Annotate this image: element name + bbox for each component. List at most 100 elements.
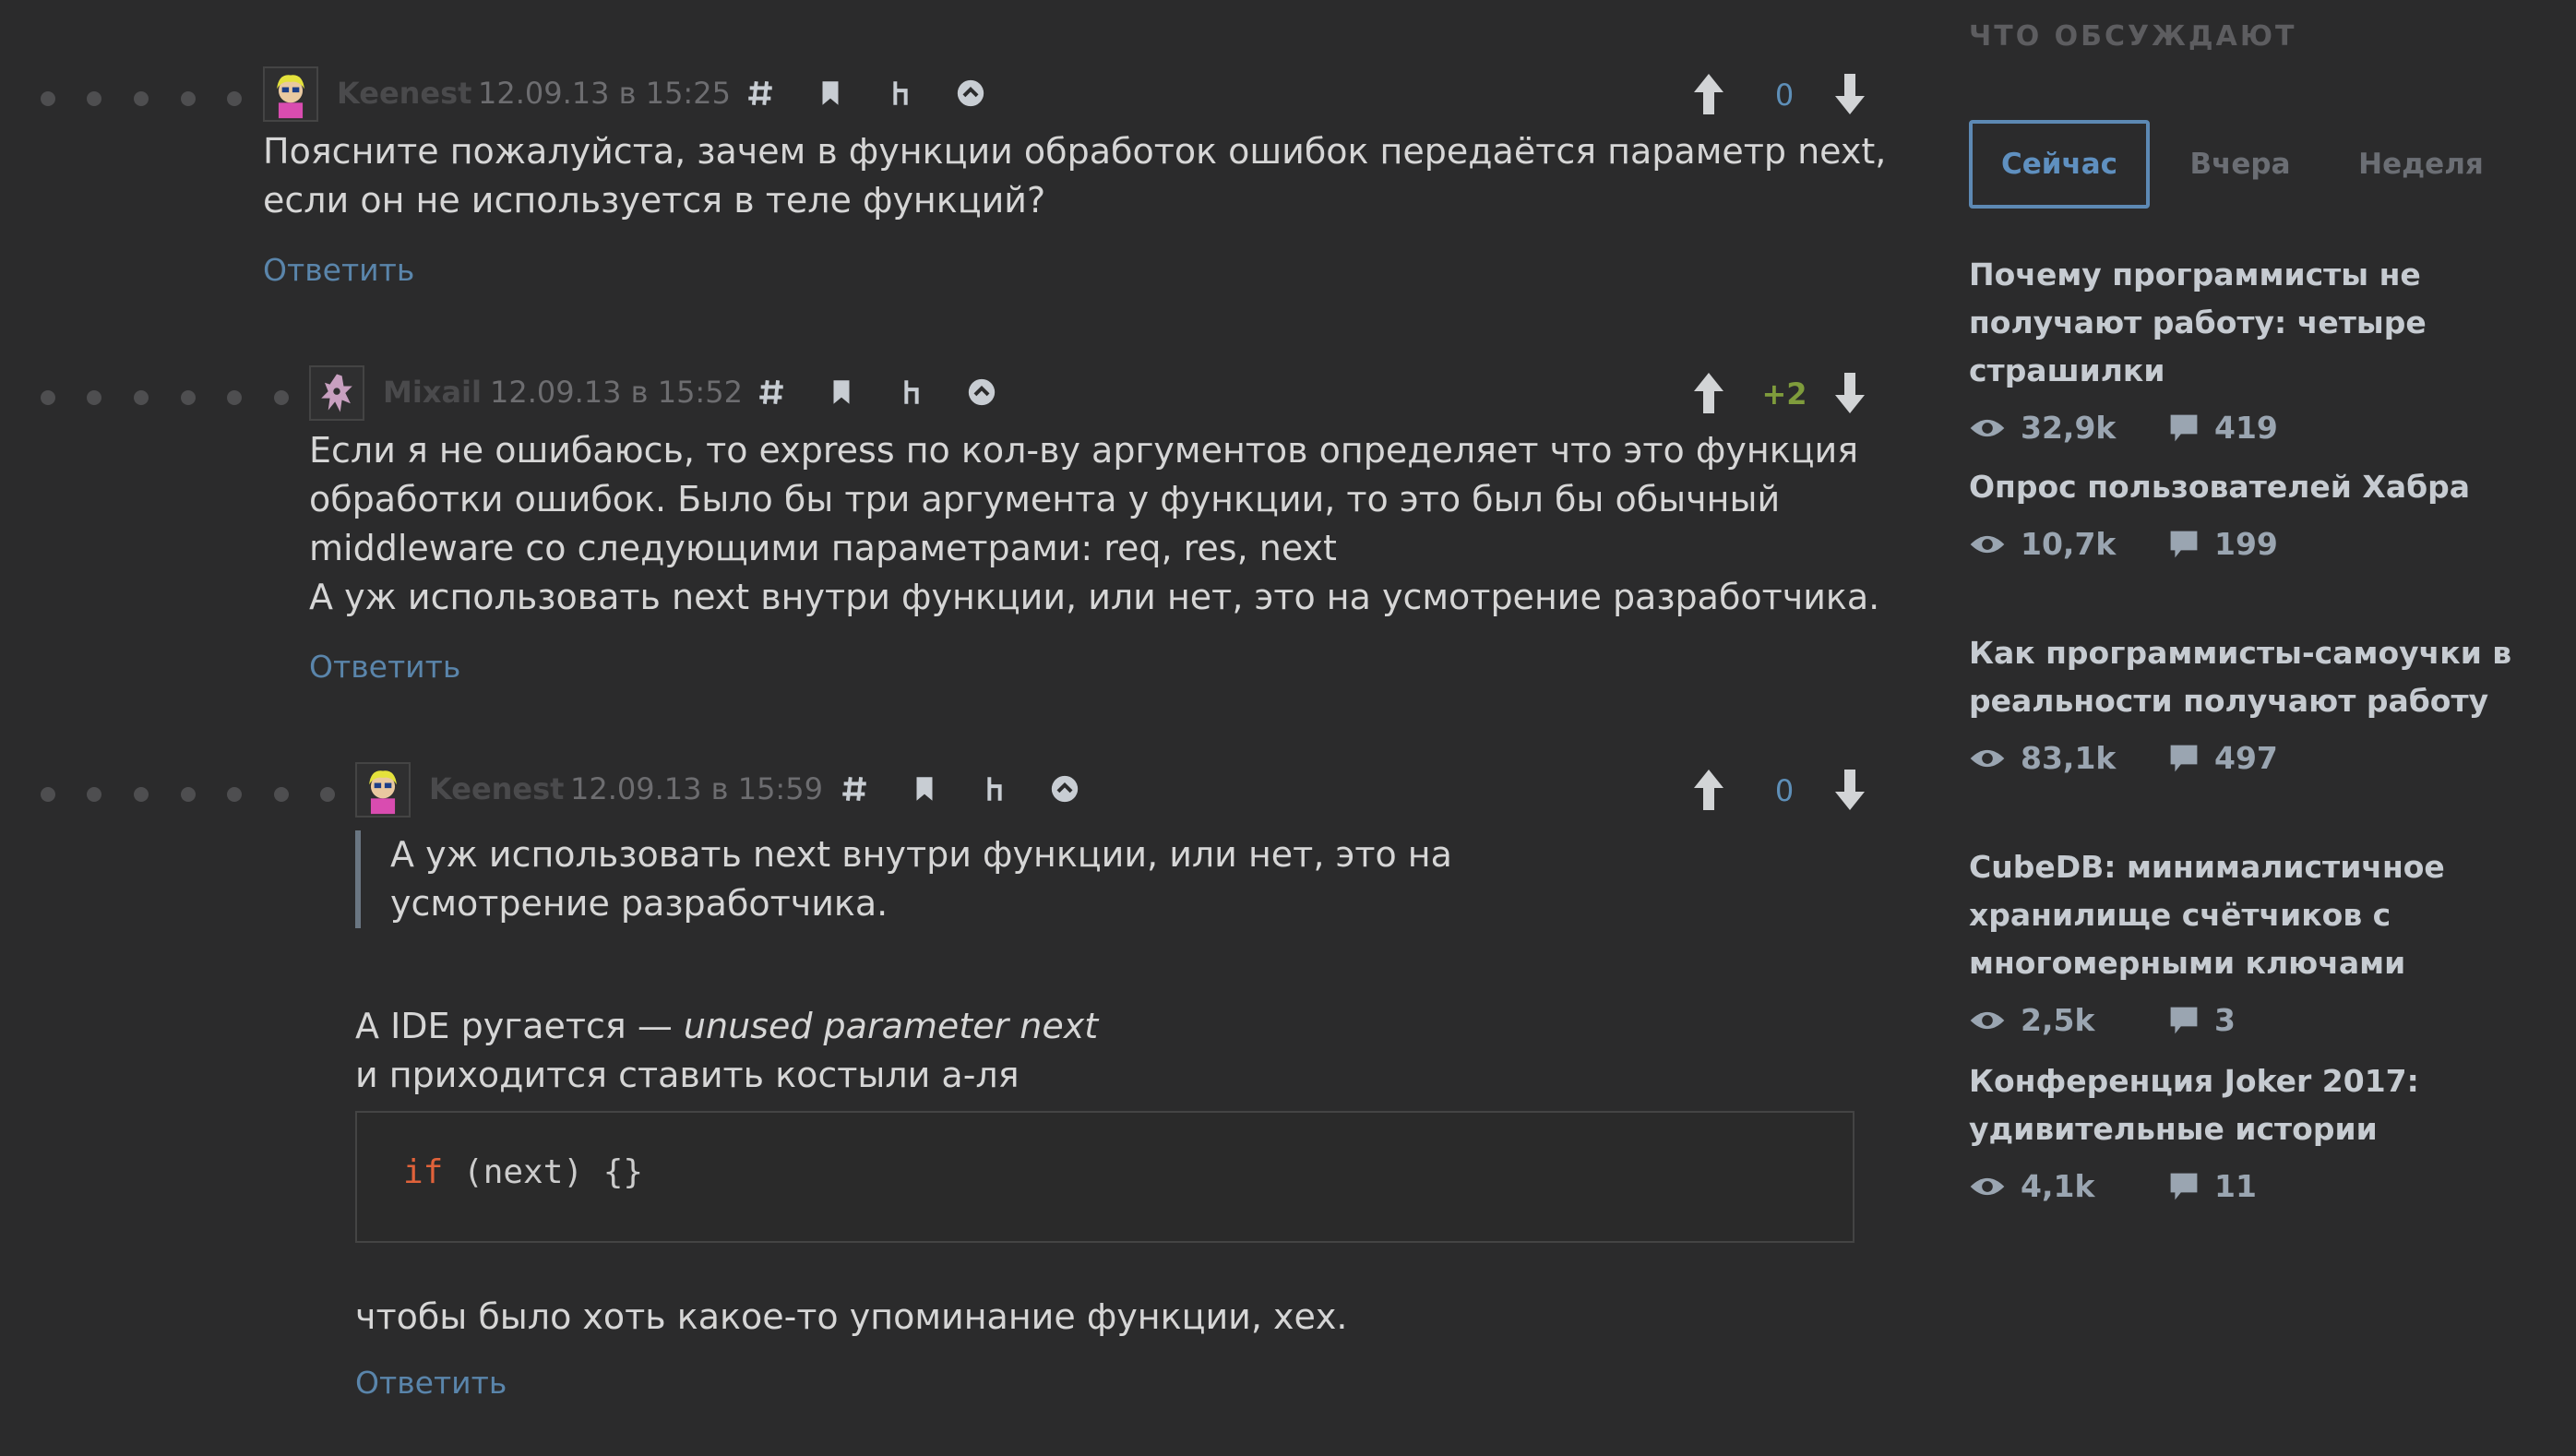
- comment-body: А уж использовать next внутри функции, и…: [355, 830, 1854, 1407]
- username[interactable]: Mixail: [383, 375, 482, 410]
- quote-block: А уж использовать next внутри функции, и…: [355, 830, 1627, 928]
- post-title[interactable]: Конференция Joker 2017: удивительные ист…: [1969, 1057, 2569, 1153]
- comment-text-line: middleware со следующими параметрами: re…: [309, 528, 1337, 568]
- views-stat: 32,9k: [1969, 410, 2168, 446]
- post-stats: 4,1k 11: [1969, 1168, 2569, 1204]
- post-title[interactable]: CubeDB: минималистичное хранилище счётчи…: [1969, 843, 2569, 987]
- post-item: Конференция Joker 2017: удивительные ист…: [1969, 1057, 2569, 1204]
- upvote-arrow-icon[interactable]: [1690, 768, 1727, 812]
- comment-tools: [752, 373, 1001, 412]
- comment-bubble-icon: [2170, 1173, 2198, 1199]
- comment-bubble-icon: [2170, 531, 2198, 557]
- period-tabs: Сейчас Вчера Неделя: [1969, 120, 2511, 209]
- comment-bubble-icon: [2170, 745, 2198, 771]
- eye-icon: [1970, 1177, 2005, 1195]
- username[interactable]: Keenest: [429, 771, 564, 806]
- comments-stat[interactable]: 11: [2168, 1168, 2257, 1204]
- hash-icon[interactable]: [752, 373, 791, 412]
- bookmark-icon[interactable]: [811, 74, 850, 113]
- comment-header: Keenest 12.09.13 в 15:59 0: [0, 758, 1901, 823]
- comment: Keenest 12.09.13 в 15:25 0 Поясните пожа…: [0, 63, 1901, 294]
- code-block: if (next) {}: [355, 1111, 1854, 1243]
- views-stat: 83,1k: [1969, 740, 2168, 776]
- bookmark-icon[interactable]: [905, 770, 944, 808]
- comment-header: Mixail 12.09.13 в 15:52 +2: [0, 362, 1901, 426]
- tab-week[interactable]: Неделя: [2331, 120, 2511, 209]
- comment-tools: [741, 74, 990, 113]
- tab-now[interactable]: Сейчас: [1969, 120, 2150, 209]
- reply-link[interactable]: Ответить: [309, 642, 460, 691]
- comment-date: 12.09.13 в 15:25: [478, 76, 731, 111]
- comment-bubble-icon: [2170, 1007, 2198, 1033]
- bookmark-icon[interactable]: [822, 373, 861, 412]
- downvote-arrow-icon[interactable]: [1831, 72, 1868, 116]
- vote-widget: 0: [1679, 766, 1865, 814]
- page: Keenest 12.09.13 в 15:25 0 Поясните пожа…: [0, 0, 2576, 1456]
- username[interactable]: Keenest: [337, 76, 471, 111]
- collapse-up-icon[interactable]: [1045, 770, 1084, 808]
- collapse-up-icon[interactable]: [962, 373, 1001, 412]
- comments-count: 419: [2214, 410, 2278, 446]
- post-item: Почему программисты не получают работу: …: [1969, 251, 2569, 446]
- post-item: Опрос пользователей Хабра 10,7k 199: [1969, 463, 2569, 562]
- views-stat: 4,1k: [1969, 1168, 2168, 1204]
- views-count: 10,7k: [2021, 526, 2117, 562]
- comment-body: Если я не ошибаюсь, то express по кол-ву…: [309, 426, 1896, 691]
- views-stat: 10,7k: [1969, 526, 2168, 562]
- parent-link-icon[interactable]: [975, 770, 1014, 808]
- comment-date: 12.09.13 в 15:52: [490, 375, 743, 410]
- comment-text-line: чтобы было хоть какое-то упоминание функ…: [355, 1296, 1348, 1337]
- parent-link-icon[interactable]: [892, 373, 931, 412]
- views-count: 2,5k: [2021, 1002, 2095, 1038]
- avatar[interactable]: [355, 762, 411, 818]
- post-stats: 10,7k 199: [1969, 526, 2569, 562]
- comment-body: Поясните пожалуйста, зачем в функции обр…: [263, 127, 1887, 294]
- comment-text: Поясните пожалуйста, зачем в функции обр…: [263, 131, 1887, 221]
- comment-text-line: обработки ошибок. Было бы три аргумента …: [309, 479, 1781, 519]
- downvote-arrow-icon[interactable]: [1831, 371, 1868, 415]
- upvote-arrow-icon[interactable]: [1690, 371, 1727, 415]
- sidebar-title: ЧТО ОБСУЖДАЮТ: [1969, 20, 2297, 53]
- vote-widget: 0: [1679, 70, 1865, 118]
- post-item: Как программисты-самоучки в реальности п…: [1969, 629, 2569, 776]
- views-count: 83,1k: [2021, 740, 2117, 776]
- comments-stat[interactable]: 3: [2168, 1002, 2236, 1038]
- eye-icon: [1970, 535, 2005, 553]
- post-title[interactable]: Опрос пользователей Хабра: [1969, 463, 2569, 511]
- code-keyword: if: [403, 1153, 444, 1191]
- vote-widget: +2: [1679, 369, 1865, 417]
- views-count: 32,9k: [2021, 410, 2117, 446]
- post-stats: 83,1k 497: [1969, 740, 2569, 776]
- code-text: (next) {}: [443, 1153, 644, 1191]
- reply-link[interactable]: Ответить: [355, 1358, 507, 1407]
- comments-stat[interactable]: 419: [2168, 410, 2278, 446]
- post-title[interactable]: Почему программисты не получают работу: …: [1969, 251, 2569, 395]
- comments-stat[interactable]: 497: [2168, 740, 2278, 776]
- comments-stat[interactable]: 199: [2168, 526, 2278, 562]
- downvote-arrow-icon[interactable]: [1831, 768, 1868, 812]
- comment-text: A IDE ругается —: [355, 1006, 684, 1046]
- comments-count: 11: [2214, 1168, 2257, 1204]
- hash-icon[interactable]: [835, 770, 874, 808]
- eye-icon: [1970, 749, 2005, 767]
- hash-icon[interactable]: [741, 74, 780, 113]
- comment-header: Keenest 12.09.13 в 15:25 0: [0, 63, 1901, 127]
- avatar[interactable]: [309, 365, 364, 421]
- reply-link[interactable]: Ответить: [263, 245, 414, 294]
- tab-yesterday[interactable]: Вчера: [2150, 120, 2331, 209]
- comment-date: 12.09.13 в 15:59: [570, 771, 823, 806]
- comment-text-line: Если я не ошибаюсь, то express по кол-ву…: [309, 430, 1859, 471]
- comments-count: 497: [2214, 740, 2278, 776]
- avatar[interactable]: [263, 66, 318, 122]
- comment-italic-text: unused parameter next: [683, 1006, 1099, 1046]
- comment-text-line: и приходится ставить костыли а-ля: [355, 1055, 1020, 1095]
- views-stat: 2,5k: [1969, 1002, 2168, 1038]
- post-stats: 2,5k 3: [1969, 1002, 2569, 1038]
- post-title[interactable]: Как программисты-самоучки в реальности п…: [1969, 629, 2569, 725]
- comment-text-line: A IDE ругается — unused parameter next: [355, 1002, 1854, 1051]
- parent-link-icon[interactable]: [881, 74, 920, 113]
- eye-icon: [1970, 1011, 2005, 1029]
- collapse-up-icon[interactable]: [951, 74, 990, 113]
- upvote-arrow-icon[interactable]: [1690, 72, 1727, 116]
- views-count: 4,1k: [2021, 1168, 2095, 1204]
